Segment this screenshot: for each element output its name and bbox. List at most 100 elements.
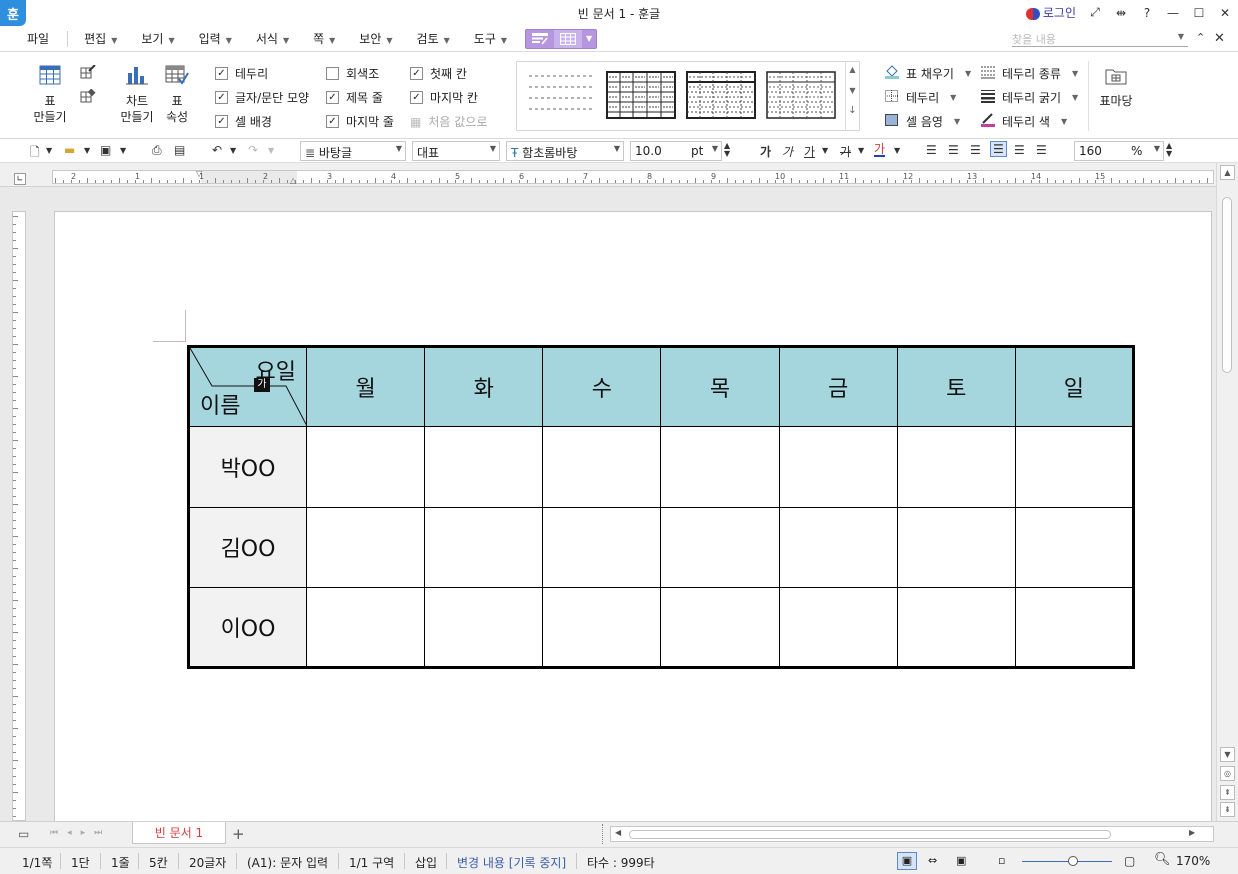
lang-select[interactable]: 대표 ▼	[412, 141, 500, 161]
vertical-scrollbar[interactable]: ▲ ▼ ◎ ⇞ ⇟	[1216, 163, 1238, 821]
table-props-button[interactable]: 표 속성	[158, 65, 196, 125]
scroll-right-icon[interactable]: ▶	[1189, 828, 1195, 837]
border-type-button[interactable]: 테두리 종류 ▼	[980, 65, 1078, 82]
zoom-in-icon[interactable]: ▢	[1124, 854, 1135, 868]
help-icon[interactable]: ?	[1140, 6, 1154, 20]
view-normal-icon[interactable]: ▣	[897, 852, 917, 870]
check-first-col[interactable]: ✓ 첫째 칸	[410, 65, 467, 82]
gallery-expand-icon[interactable]: ↓	[846, 105, 859, 116]
name-cell[interactable]: 박OO	[188, 426, 307, 508]
cell-shade-button[interactable]: 셀 음영 ▼	[884, 113, 960, 130]
check-last-col[interactable]: ✓ 마지막 칸	[410, 89, 478, 106]
undo-icon[interactable]: ↶	[212, 143, 222, 157]
table-cell[interactable]	[305, 426, 426, 508]
table-fill-button[interactable]: 표 채우기 ▼	[884, 65, 971, 82]
check-last-row[interactable]: ✓ 마지막 줄	[326, 113, 394, 130]
schedule-table[interactable]: 요일 이름 가 월 화 수 목 금 토 일 박OO 김OO 이OO	[187, 345, 1135, 669]
checkbox[interactable]: ✓	[410, 67, 423, 80]
table-cell[interactable]	[660, 586, 780, 669]
table-cell[interactable]	[542, 506, 662, 588]
header-cell-mon[interactable]: 월	[305, 345, 426, 428]
splitter-handle[interactable]	[602, 824, 606, 844]
check-title-row[interactable]: ✓ 제목 줄	[326, 89, 383, 106]
scroll-thumb[interactable]	[629, 830, 1111, 839]
view-page-icon[interactable]: ▣	[956, 854, 966, 867]
table-cell[interactable]	[542, 586, 662, 669]
table-cell[interactable]	[305, 506, 426, 588]
table-style-grid[interactable]	[605, 70, 677, 120]
maximize-button[interactable]: ☐	[1192, 6, 1206, 20]
table-cell[interactable]	[778, 586, 898, 669]
chevron-down-icon[interactable]: ▼	[846, 86, 859, 95]
login-button[interactable]: 로그인	[1025, 4, 1076, 21]
chevron-down-icon[interactable]: ▼	[894, 146, 900, 155]
table-cell[interactable]	[896, 426, 1016, 508]
table-cell[interactable]	[424, 586, 544, 669]
table-cell[interactable]	[896, 506, 1016, 588]
table-eraser-icon[interactable]	[80, 88, 96, 106]
check-char-para[interactable]: ✓ 글자/문단 모양	[215, 89, 309, 106]
header-cell-thu[interactable]: 목	[660, 345, 780, 428]
italic-button[interactable]: 가	[782, 143, 793, 160]
zoom-stepper[interactable]: ▲ ▼	[1166, 142, 1172, 158]
table-corner-cell[interactable]: 요일 이름 가	[188, 345, 307, 428]
chevron-down-icon[interactable]: ▼	[84, 146, 90, 155]
table-make-button[interactable]: 표 만들기	[30, 65, 70, 125]
save-icon[interactable]: ▣	[100, 143, 111, 157]
menu-security[interactable]: 보안 ▼	[347, 30, 404, 47]
zoom-magnifier-icon[interactable]: 🔍︎	[1154, 852, 1171, 867]
ribbon-close-icon[interactable]: ✕	[1214, 31, 1225, 46]
add-tab-icon[interactable]: +	[232, 825, 245, 843]
menu-view[interactable]: 보기 ▼	[129, 30, 186, 47]
check-border[interactable]: ✓ 테두리	[215, 65, 268, 82]
checkbox[interactable]: ✓	[215, 67, 228, 80]
style-select[interactable]: ≣ 바탕글 ▼	[300, 141, 406, 161]
chevron-up-icon[interactable]: ▲	[846, 65, 859, 74]
table-cell[interactable]	[424, 426, 544, 508]
font-size-select[interactable]: 10.0 pt ▼	[630, 141, 722, 161]
vertical-ruler[interactable]	[12, 211, 26, 821]
prev-page-icon[interactable]: ⇞	[1220, 785, 1235, 800]
scroll-up-icon[interactable]: ▲	[1220, 165, 1235, 180]
gallery-scroll[interactable]: ▲ ▼ ↓	[845, 62, 859, 130]
table-bookmark-button[interactable]: 표마당	[1096, 67, 1136, 109]
print-icon[interactable]: ⎙	[152, 143, 162, 158]
checkbox[interactable]: ✓	[215, 91, 228, 104]
table-cell[interactable]	[542, 426, 662, 508]
border-width-button[interactable]: 테두리 굵기 ▼	[980, 89, 1078, 106]
table-cell[interactable]	[660, 506, 780, 588]
horizontal-ruler[interactable]: 2 1 1 2 3 4 5 6 7 8 9 10 11 12 13 14 15	[52, 170, 1214, 184]
horizontal-scrollbar[interactable]: ◀ ▶	[610, 826, 1214, 842]
scroll-left-icon[interactable]: ◀	[615, 828, 621, 837]
checkbox[interactable]	[326, 67, 339, 80]
check-grayscale[interactable]: 회색조	[326, 65, 379, 82]
menu-insert[interactable]: 입력 ▼	[187, 30, 244, 47]
bold-button[interactable]: 가	[760, 143, 771, 160]
menu-review[interactable]: 검토 ▼	[405, 30, 462, 47]
align-right-icon[interactable]: ☰	[990, 141, 1007, 157]
checkbox[interactable]: ✓	[410, 91, 423, 104]
checkbox[interactable]: ✓	[326, 91, 339, 104]
align-distribute-icon[interactable]: ☰	[1014, 143, 1025, 157]
fullscreen-icon[interactable]: ⤢	[1088, 5, 1102, 20]
minimize-button[interactable]: —	[1166, 6, 1180, 20]
align-center-icon[interactable]: ☰	[970, 143, 981, 157]
tab-stop-icon[interactable]: ∟	[14, 173, 26, 185]
header-cell-fri[interactable]: 금	[778, 345, 898, 428]
open-folder-icon[interactable]: ▬	[64, 143, 75, 157]
table-cell[interactable]	[305, 586, 426, 669]
header-cell-sat[interactable]: 토	[896, 345, 1016, 428]
table-cell[interactable]	[1014, 506, 1135, 588]
font-select[interactable]: Ŧ 함초롬바탕 ▼	[506, 141, 624, 161]
first-indent-marker-icon[interactable]: ▽	[196, 169, 202, 178]
table-style-outline[interactable]	[765, 70, 837, 120]
name-cell[interactable]: 김OO	[188, 506, 307, 588]
table-draw-icon[interactable]	[80, 64, 96, 82]
table-cell[interactable]	[896, 586, 1016, 669]
right-indent-marker-icon[interactable]: △	[290, 176, 296, 185]
menu-format[interactable]: 서식 ▼	[244, 30, 301, 47]
header-cell-wed[interactable]: 수	[542, 345, 662, 428]
check-cell-bg[interactable]: ✓ 셀 배경	[215, 113, 272, 130]
table-design-tab-icon[interactable]	[526, 30, 554, 48]
name-cell[interactable]: 이OO	[188, 586, 307, 669]
